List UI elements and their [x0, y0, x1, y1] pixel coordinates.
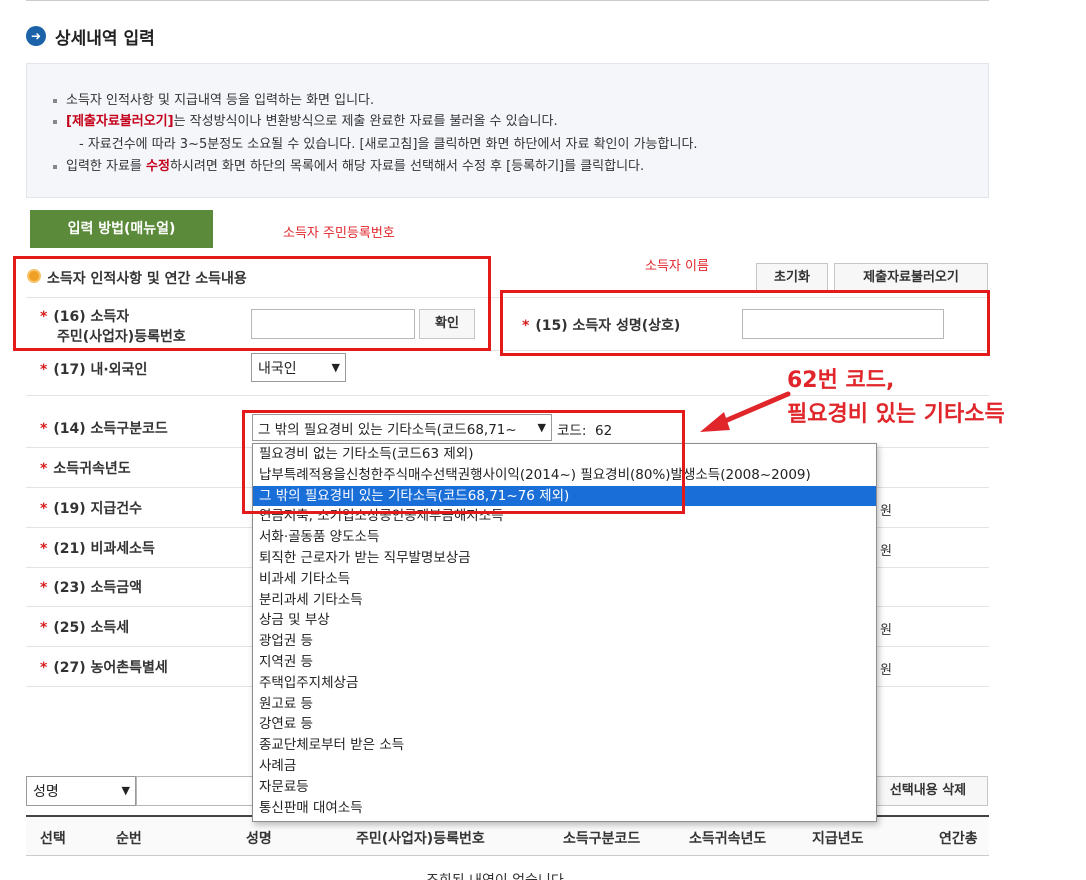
chevron-down-icon: ▼ — [331, 361, 340, 374]
dropdown-option[interactable]: 자문료등 — [253, 777, 876, 798]
info-line-4: 입력한 자료를 수정하시려면 화면 하단의 목록에서 해당 자료를 선택해서 수… — [53, 155, 644, 174]
dropdown-option[interactable]: 광업권 등 — [253, 631, 876, 652]
bullet-icon — [53, 164, 57, 169]
chevron-down-icon: ▼ — [121, 784, 130, 797]
income-code-label: * (14) 소득구분코드 — [40, 421, 168, 437]
income-year-label: * 소득귀속년도 — [40, 461, 131, 477]
nontax-label: * (21) 비과세소득 — [40, 541, 155, 557]
highlight-box-code — [242, 410, 685, 514]
highlight-box-name — [500, 290, 990, 356]
pay-count-label: * (19) 지급건수 — [40, 501, 143, 517]
info-line-3: - 자료건수에 따라 3~5분정도 소요될 수 있습니다. [새로고침]을 클릭… — [79, 137, 698, 152]
info-line-2: [제출자료불러오기]는 작성방식이나 변환방식으로 제출 완료한 자료를 불러올… — [53, 110, 558, 129]
won-unit: 원 — [880, 663, 892, 678]
th-income-year: 소득귀속년도 — [689, 831, 767, 847]
annotation-code-line2: 필요경비 있는 기타소득 — [787, 402, 1005, 427]
dropdown-option[interactable]: 퇴직한 근로자가 받는 직무발명보상금 — [253, 548, 876, 569]
th-resident-no: 주민(사업자)등록번호 — [356, 831, 485, 847]
dropdown-option[interactable]: 원고료 등 — [253, 694, 876, 715]
reset-button[interactable]: 초기화 — [756, 263, 828, 293]
dropdown-option[interactable]: 통신판매 대여소득 — [253, 798, 876, 819]
th-seq: 순번 — [116, 831, 142, 847]
rural-tax-label: * (27) 농어촌특별세 — [40, 660, 168, 676]
page-title: 상세내역 입력 — [55, 29, 155, 49]
top-divider — [26, 0, 989, 1]
annotation-resident-no: 소득자 주민등록번호 — [283, 226, 395, 241]
th-pay-year: 지급년도 — [812, 831, 864, 847]
annotation-name: 소득자 이름 — [645, 259, 709, 274]
annotation-code-line1: 62번 코드, — [787, 368, 895, 393]
info-line-1: 소득자 인적사항 및 지급내역 등을 입력하는 화면 입니다. — [53, 89, 374, 108]
red-arrow-icon — [700, 391, 791, 432]
th-annual-total: 연간총 — [939, 831, 978, 847]
dropdown-option[interactable]: 종교단체로부터 받은 소득 — [253, 735, 876, 756]
won-unit: 원 — [880, 544, 892, 559]
empty-table-message: 조회된 내역이 없습니다 — [426, 870, 564, 880]
dropdown-option[interactable]: 분리과세 기타소득 — [253, 590, 876, 611]
search-field-select[interactable]: 성명 ▼ — [26, 776, 136, 806]
dropdown-option[interactable]: 강연료 등 — [253, 714, 876, 735]
manual-button[interactable]: 입력 방법(매뉴얼) — [30, 210, 213, 248]
dropdown-option[interactable]: 상금 및 부상 — [253, 610, 876, 631]
highlight-box-resident — [13, 256, 491, 351]
th-income-code: 소득구분코드 — [563, 831, 641, 847]
search-input[interactable] — [136, 776, 256, 806]
income-amount-label: * (23) 소득금액 — [40, 580, 143, 596]
th-name: 성명 — [246, 831, 272, 847]
th-select: 선택 — [40, 831, 66, 847]
won-unit: 원 — [880, 623, 892, 638]
info-box: 소득자 인적사항 및 지급내역 등을 입력하는 화면 입니다. [제출자료불러오… — [26, 63, 989, 198]
delete-selected-button[interactable]: 선택내용 삭제 — [868, 776, 988, 806]
dropdown-option[interactable]: 주택입주지체상금 — [253, 673, 876, 694]
won-unit: 원 — [880, 504, 892, 519]
dropdown-option[interactable]: 지역권 등 — [253, 652, 876, 673]
dropdown-option[interactable]: 사례금 — [253, 756, 876, 777]
dropdown-option[interactable]: 비과세 기타소득 — [253, 569, 876, 590]
income-tax-label: * (25) 소득세 — [40, 620, 130, 636]
bullet-icon — [53, 98, 57, 103]
load-submitted-data-button[interactable]: 제출자료불러오기 — [834, 263, 988, 293]
arrow-right-circle-icon: ➜ — [26, 26, 46, 46]
bullet-icon — [53, 119, 57, 124]
dropdown-option[interactable]: 서화·골동품 양도소득 — [253, 527, 876, 548]
nationality-select[interactable]: 내국인 ▼ — [251, 353, 346, 382]
nationality-label: * (17) 내·외국인 — [40, 362, 148, 378]
